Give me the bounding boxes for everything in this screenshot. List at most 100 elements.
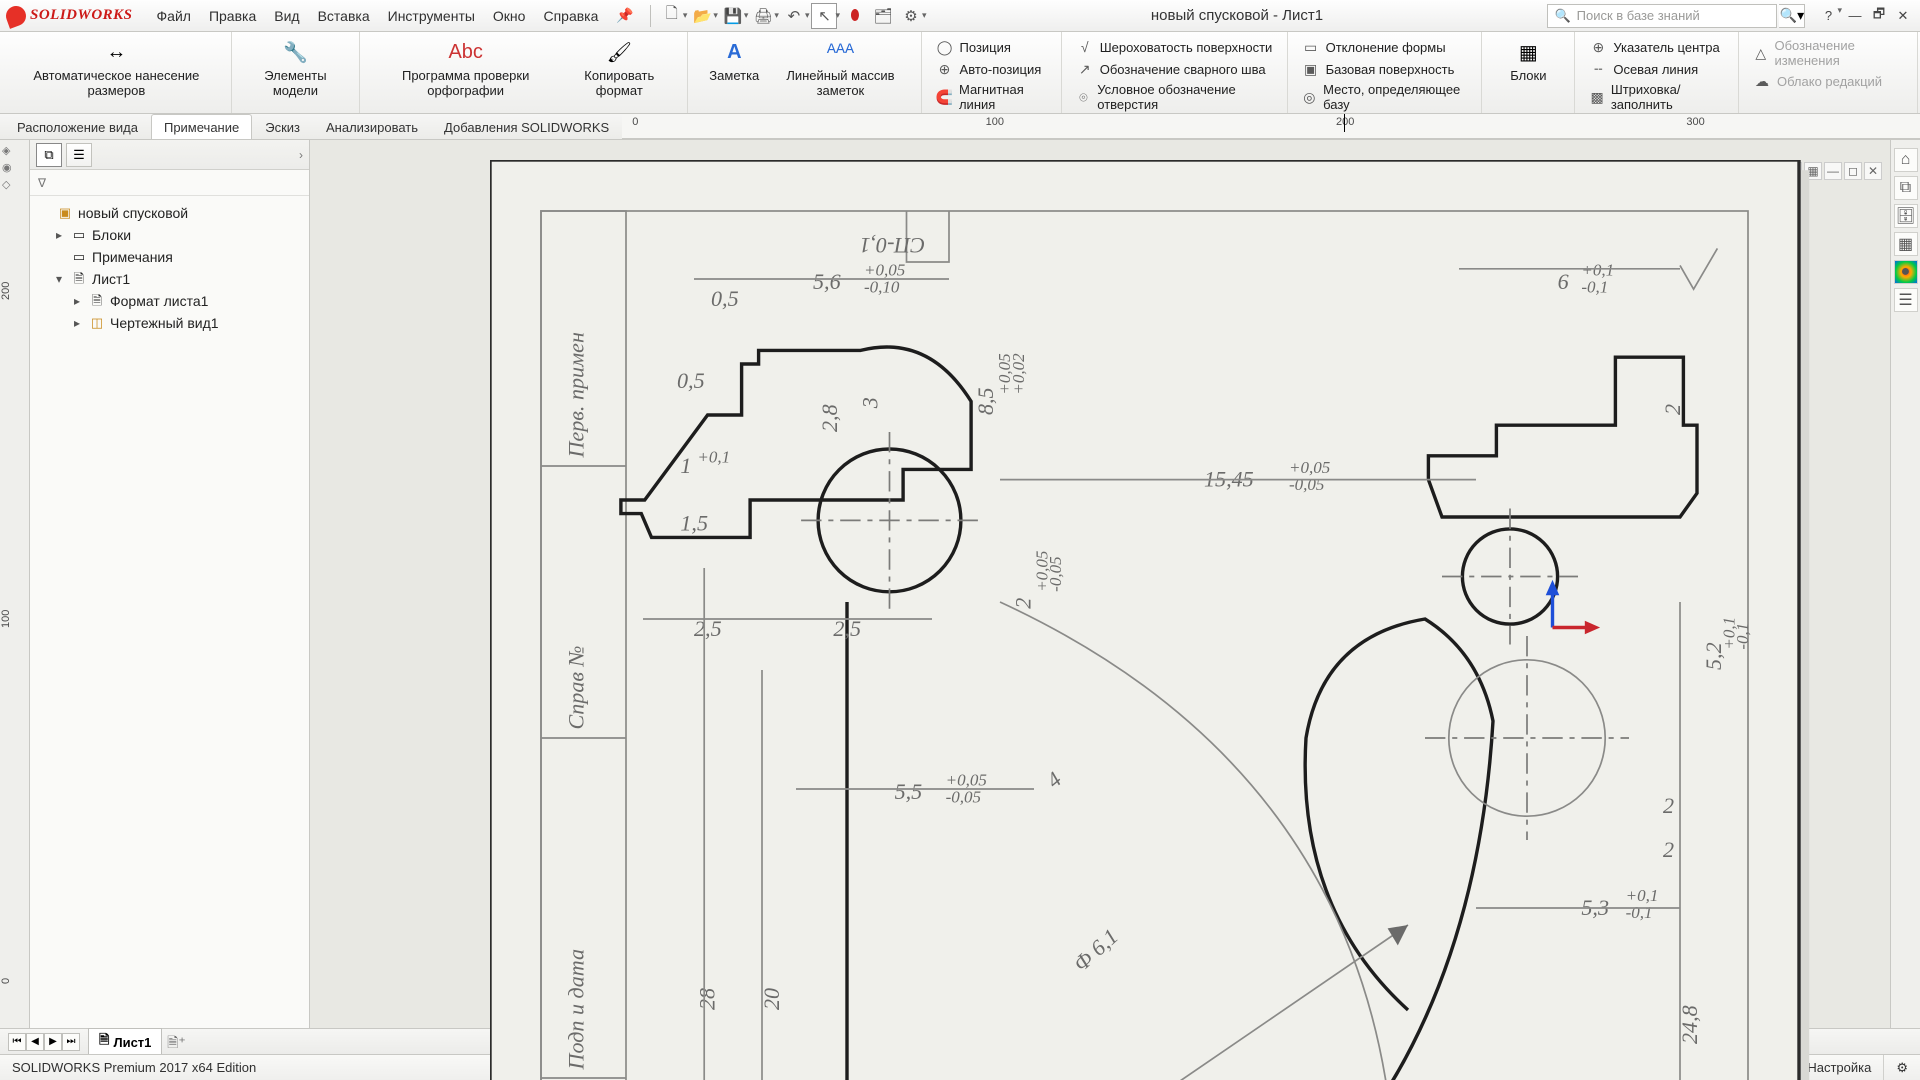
settings-button[interactable]: ⚙ [898,3,924,29]
tab-sketch[interactable]: Эскиз [252,114,313,139]
datum-target-button[interactable]: ◎Место, определяющее базу [1298,80,1472,114]
auto-balloon-button[interactable]: ⊕Авто-позиция [932,58,1051,80]
tab-view-layout[interactable]: Расположение вида [4,114,151,139]
search-icon: 🔍 [1554,8,1570,24]
tree-filter[interactable]: ∇ [30,170,309,196]
close-button[interactable]: ✕ [1892,5,1914,27]
revision-cloud-button[interactable]: ☁Облако редакций [1749,70,1907,92]
tree-sheet[interactable]: ▾🗎Лист1 [34,268,305,290]
menu-help[interactable]: Справка [535,4,606,28]
drawing-canvas[interactable]: Перв. примен Справ № Подп и дата Инв № д… [490,160,1850,1080]
pin-icon[interactable]: 📌 [616,7,633,24]
pattern-icon: ᴬᴬᴬ [827,38,854,66]
blocks-button[interactable]: ▦ Блоки [1492,34,1564,87]
sheet-first-button[interactable]: ⏮ [8,1033,26,1051]
menu-view[interactable]: Вид [266,4,307,28]
sheet-last-button[interactable]: ⏭ [62,1033,80,1051]
model-items-button[interactable]: 🔧 Элементы модели [242,34,349,102]
sheet-prev-button[interactable]: ◀ [26,1033,44,1051]
tab-addins[interactable]: Добавления SOLIDWORKS [431,114,622,139]
dimension-icon: ↔︎ [106,38,126,66]
menu-edit[interactable]: Правка [201,4,264,28]
smart-dimension-button[interactable]: ↔︎ Автоматическое нанесение размеров [12,34,221,102]
spell-check-button[interactable]: Abc Программа проверки орфографии [370,34,561,102]
save-button[interactable]: 💾 [720,3,746,29]
drawing-canvas-area[interactable]: 🔍 ⤢ ✥ ⟳ ◧ ◐ ◳ ⤢ ▦ — ◻ ✕ [310,140,1890,1028]
magnetic-line-button[interactable]: 🧲Магнитная линия [932,80,1051,114]
search-dropdown[interactable]: 🔍▾ [1779,4,1805,28]
sheet-tab-active[interactable]: 🗎 Лист1 [88,1028,162,1055]
doc-close-icon[interactable]: ✕ [1864,162,1882,180]
center-mark-button[interactable]: ⊕Указатель центра [1585,36,1728,58]
search-input[interactable]: 🔍 Поиск в базе знаний [1547,4,1777,28]
tree-sheet-format[interactable]: ▸🗎Формат листа1 [34,290,305,312]
tree-root[interactable]: ▣новый спусковой [34,202,305,224]
svg-text:+0,02: +0,02 [1009,353,1028,395]
linear-pattern-button[interactable]: ᴬᴬᴬ Линейный массив заметок [770,34,910,102]
tree-annotations[interactable]: ▭Примечания [34,246,305,268]
tab-annotation[interactable]: Примечание [151,114,252,139]
menu-bar: SOLIDWORKS Файл Правка Вид Вставка Инстр… [0,0,1920,32]
restore-button[interactable]: 🗗 [1868,5,1890,27]
title-left-2: Подп и дата [564,949,589,1071]
print-button[interactable]: 🖨 [750,3,776,29]
svg-text:0,5: 0,5 [711,286,739,311]
menu-tools[interactable]: Инструменты [380,4,483,28]
cloud-icon: ☁ [1753,72,1771,90]
custom-props-icon[interactable]: ☰ [1894,288,1918,312]
centerline-button[interactable]: ╌Осевая линия [1585,58,1728,80]
svg-text:2: 2 [1011,598,1036,609]
balloon-button[interactable]: ◯Позиция [932,36,1051,58]
new-button[interactable]: 🗋 [659,3,685,29]
logo-icon [3,3,29,29]
resources-icon[interactable]: ⧉ [1894,176,1918,200]
format-painter-button[interactable]: 🖌 Копировать формат [561,34,677,102]
ruler-tick: 200 [0,281,12,299]
options-button[interactable]: 🗂 [870,3,896,29]
menu-window[interactable]: Окно [485,4,534,28]
status-settings-icon[interactable]: ⚙ [1883,1055,1920,1080]
tree-tab-prop[interactable]: ☰ [66,143,92,167]
library-icon[interactable]: 🗄 [1894,204,1918,228]
open-button[interactable]: 📂 [689,3,715,29]
surface-finish-button[interactable]: √Шероховатость поверхности [1072,36,1277,58]
tree-tab-fm[interactable]: ⧉ [36,143,62,167]
svg-text:2,8: 2,8 [817,404,842,432]
sheet-add-button[interactable]: 🗎⁺ [164,1032,188,1052]
datum-button[interactable]: ▣Базовая поверхность [1298,58,1472,80]
tab-evaluate[interactable]: Анализировать [313,114,431,139]
view-palette-icon[interactable]: ▦ [1894,232,1918,256]
help-button[interactable]: ? [1817,5,1839,27]
note-icon: A [727,38,741,66]
svg-text:0,5: 0,5 [677,368,705,393]
minimize-button[interactable]: — [1844,5,1866,27]
revision-symbol-button[interactable]: △Обозначение изменения [1749,36,1907,70]
hatch-fill-button[interactable]: ▩Штриховка/заполнить [1585,80,1728,114]
svg-text:1: 1 [680,453,691,478]
home-icon[interactable]: ⌂ [1894,148,1918,172]
target-icon: ◎ [1302,88,1318,106]
auto-balloon-icon: ⊕ [936,60,954,78]
menu-file[interactable]: Файл [149,4,199,28]
ribbon: ↔︎ Автоматическое нанесение размеров 🔧 Э… [0,32,1920,114]
svg-text:-0,1: -0,1 [1626,903,1653,922]
undo-button[interactable]: ↶ [781,3,807,29]
select-button[interactable]: ↖ [811,3,837,29]
geo-tolerance-button[interactable]: ▭Отклонение формы [1298,36,1472,58]
search-placeholder: Поиск в базе знаний [1577,8,1700,23]
spell-icon: Abc [448,38,482,66]
rev-symbol-icon: △ [1753,44,1769,62]
rebuild-button[interactable]: ⬮ [842,3,868,29]
tree-blocks[interactable]: ▸▭Блоки [34,224,305,246]
note-button[interactable]: A Заметка [698,34,770,87]
ruler-vertical: ◈◉◇ 0 100 200 [0,140,30,1028]
tree-collapse-icon[interactable]: › [299,148,303,162]
weld-symbol-button[interactable]: ↗Обозначение сварного шва [1072,58,1277,80]
menu-insert[interactable]: Вставка [310,4,378,28]
appearances-icon[interactable]: ● [1894,260,1918,284]
svg-text:5,6: 5,6 [813,269,841,294]
tree-drawing-view[interactable]: ▸◫Чертежный вид1 [34,312,305,334]
svg-text:-0,05: -0,05 [946,788,981,807]
hole-callout-button[interactable]: ⌾Условное обозначение отверстия [1072,80,1277,114]
sheet-next-button[interactable]: ▶ [44,1033,62,1051]
